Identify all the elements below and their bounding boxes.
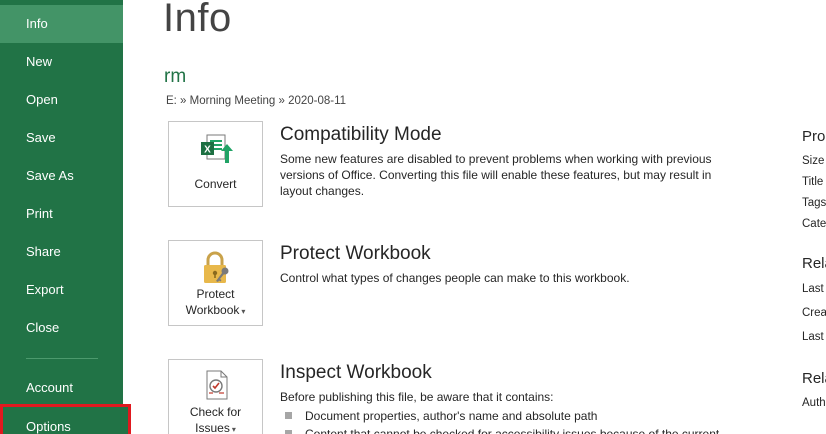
check-for-issues-button[interactable]: Check for Issues ▾: [168, 359, 263, 434]
properties-panel: Prop Size Title Tags Cate Rela Last Crea…: [802, 0, 826, 434]
protect-workbook-description: Control what types of changes people can…: [280, 271, 630, 285]
lock-key-icon: [199, 251, 233, 290]
sidebar-item-print[interactable]: Print: [0, 195, 123, 233]
compatibility-mode-title: Compatibility Mode: [280, 124, 442, 145]
dropdown-caret-icon: ▾: [241, 307, 246, 316]
inspect-workbook-bullets: Document properties, author's name and a…: [284, 408, 724, 434]
page-title: Info: [163, 0, 232, 40]
options-highlight-box: Options: [0, 404, 131, 434]
sidebar-item-close[interactable]: Close: [0, 309, 123, 347]
property-title-label: Title: [802, 176, 824, 188]
properties-header: Prop: [802, 128, 826, 145]
protect-workbook-label-line2: Workbook ▾: [185, 303, 246, 317]
property-size-label: Size: [802, 155, 825, 167]
list-item: Document properties, author's name and a…: [284, 408, 724, 424]
excel-convert-icon: X: [199, 133, 233, 170]
sidebar-divider: [26, 358, 98, 359]
date-created-label: Creat: [802, 307, 826, 319]
date-last-printed-label: Last: [802, 331, 824, 343]
sidebar-item-info[interactable]: Info: [0, 5, 123, 43]
inspect-workbook-title: Inspect Workbook: [280, 362, 432, 383]
property-tags-label: Tags: [802, 197, 826, 209]
convert-button[interactable]: X Convert: [168, 121, 263, 207]
sidebar-item-export[interactable]: Export: [0, 271, 123, 309]
protect-workbook-title: Protect Workbook: [280, 243, 431, 264]
sidebar-item-save-as[interactable]: Save As: [0, 157, 123, 195]
document-name: rm: [164, 66, 187, 87]
file-path-breadcrumb[interactable]: E: » Morning Meeting » 2020-08-11: [166, 95, 346, 107]
inspect-document-icon: [201, 369, 231, 406]
compatibility-mode-description: Some new features are disabled to preven…: [280, 152, 712, 198]
date-last-modified-label: Last: [802, 283, 824, 295]
related-dates-header: Rela: [802, 255, 826, 272]
dropdown-caret-icon: ▾: [231, 425, 236, 434]
protect-workbook-label-line1: Protect: [196, 287, 235, 301]
list-item: Content that cannot be checked for acces…: [284, 426, 724, 434]
svg-text:X: X: [204, 145, 211, 156]
sidebar-item-options[interactable]: Options: [3, 407, 126, 434]
related-people-header: Rela: [802, 370, 826, 387]
sidebar-item-new[interactable]: New: [0, 43, 123, 81]
convert-button-label: Convert: [194, 177, 237, 191]
author-label: Auth: [802, 397, 826, 409]
backstage-sidebar: Info New Open Save Save As Print Share E…: [0, 0, 123, 434]
sidebar-item-account[interactable]: Account: [0, 369, 123, 407]
info-panel: Info rm E: » Morning Meeting » 2020-08-1…: [123, 0, 826, 434]
check-for-issues-label-line1: Check for: [189, 405, 242, 419]
sidebar-item-save[interactable]: Save: [0, 119, 123, 157]
inspect-workbook-description: Before publishing this file, be aware th…: [280, 390, 554, 404]
property-categories-label: Cate: [802, 218, 826, 230]
protect-workbook-button[interactable]: Protect Workbook ▾: [168, 240, 263, 326]
sidebar-item-share[interactable]: Share: [0, 233, 123, 271]
check-for-issues-label-line2: Issues ▾: [195, 421, 236, 434]
sidebar-item-open[interactable]: Open: [0, 81, 123, 119]
